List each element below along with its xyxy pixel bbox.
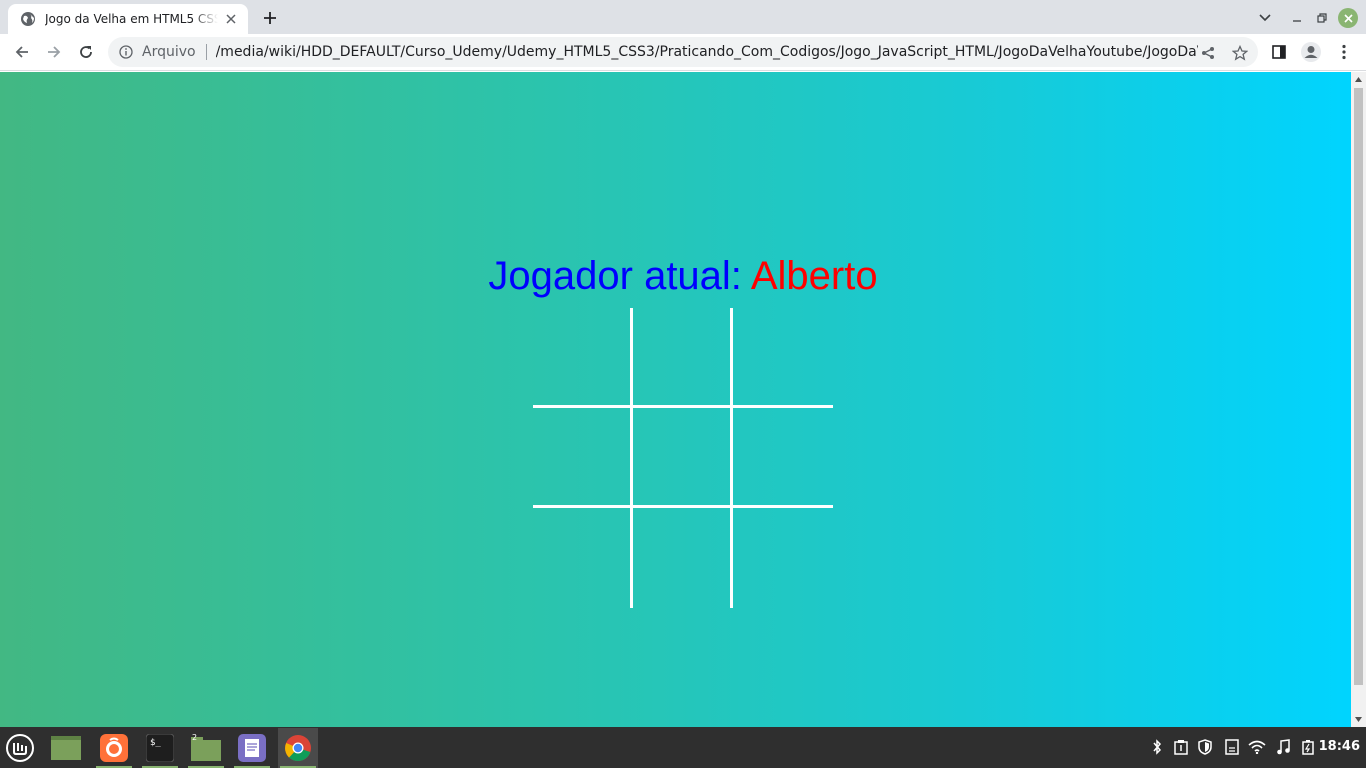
close-tab-icon[interactable] <box>222 10 240 28</box>
board-cell-3[interactable] <box>733 308 833 408</box>
scrollbar-thumb[interactable] <box>1354 88 1363 685</box>
board-cell-9[interactable] <box>733 508 833 608</box>
show-desktop-icon[interactable] <box>46 728 86 768</box>
bookmark-star-icon[interactable] <box>1231 44 1249 62</box>
board-cell-7[interactable] <box>533 508 633 608</box>
kebab-menu-icon[interactable] <box>1331 39 1357 65</box>
clock[interactable]: 18:46 <box>1319 739 1360 754</box>
restore-button[interactable] <box>1311 7 1333 29</box>
taskbar: $_ 2 18:46 <box>0 727 1366 768</box>
board-cell-4[interactable] <box>533 408 633 508</box>
board-cell-8[interactable] <box>633 508 733 608</box>
page-scrollbar[interactable] <box>1351 72 1366 727</box>
notes-icon[interactable] <box>1223 738 1241 756</box>
reload-icon[interactable] <box>73 39 99 65</box>
tic-tac-toe-board <box>533 308 833 608</box>
terminal-icon[interactable]: $_ <box>140 728 180 768</box>
current-player-name: Alberto <box>750 254 878 298</box>
shield-icon[interactable] <box>1196 738 1214 756</box>
music-note-icon[interactable] <box>1274 738 1292 756</box>
board-cell-5[interactable] <box>633 408 733 508</box>
side-panel-icon[interactable] <box>1266 39 1292 65</box>
tab-title: Jogo da Velha em HTML5 CSS3 <box>45 12 218 26</box>
bluetooth-icon[interactable] <box>1148 738 1166 756</box>
scroll-down-arrow-icon[interactable] <box>1351 712 1366 727</box>
scroll-up-arrow-icon[interactable] <box>1351 72 1366 87</box>
current-player-label: Jogador atual: <box>488 254 751 298</box>
url-text[interactable]: /media/wiki/HDD_DEFAULT/Curso_Udemy/Udem… <box>216 44 1198 60</box>
browser-toolbar: Arquivo /media/wiki/HDD_DEFAULT/Curso_Ud… <box>0 34 1366 71</box>
profile-avatar-icon[interactable] <box>1298 39 1324 65</box>
firefox-icon[interactable] <box>94 728 134 768</box>
tab-strip: Jogo da Velha em HTML5 CSS3 <box>0 0 1366 34</box>
close-window-button[interactable] <box>1338 8 1358 28</box>
files-window-count-badge: 2 <box>192 734 197 742</box>
forward-arrow-icon[interactable] <box>41 39 67 65</box>
current-player-heading: Jogador atual: Alberto <box>0 252 1351 300</box>
security-chip[interactable]: Arquivo <box>142 44 196 60</box>
back-arrow-icon[interactable] <box>9 39 35 65</box>
files-icon[interactable]: 2 <box>186 728 226 768</box>
wifi-icon[interactable] <box>1248 738 1266 756</box>
new-tab-button[interactable] <box>258 7 282 29</box>
minimize-button[interactable] <box>1286 7 1308 29</box>
text-editor-icon[interactable] <box>232 728 272 768</box>
browser-tab[interactable]: Jogo da Velha em HTML5 CSS3 <box>8 4 248 34</box>
chrome-icon[interactable] <box>278 728 318 768</box>
address-bar[interactable]: Arquivo /media/wiki/HDD_DEFAULT/Curso_Ud… <box>108 37 1258 67</box>
page-viewport: Jogador atual: Alberto <box>0 72 1351 727</box>
battery-icon[interactable] <box>1299 738 1317 756</box>
board-cell-1[interactable] <box>533 308 633 408</box>
info-icon[interactable] <box>118 44 134 60</box>
share-icon[interactable] <box>1199 44 1217 62</box>
globe-icon <box>20 11 36 27</box>
omnibox-divider <box>205 44 207 60</box>
board-cell-6[interactable] <box>733 408 833 508</box>
mint-menu-icon[interactable] <box>0 728 40 768</box>
update-manager-icon[interactable] <box>1172 738 1190 756</box>
terminal-glyph: $_ <box>150 738 161 748</box>
board-cell-2[interactable] <box>633 308 733 408</box>
tab-search-icon[interactable] <box>1254 7 1276 29</box>
